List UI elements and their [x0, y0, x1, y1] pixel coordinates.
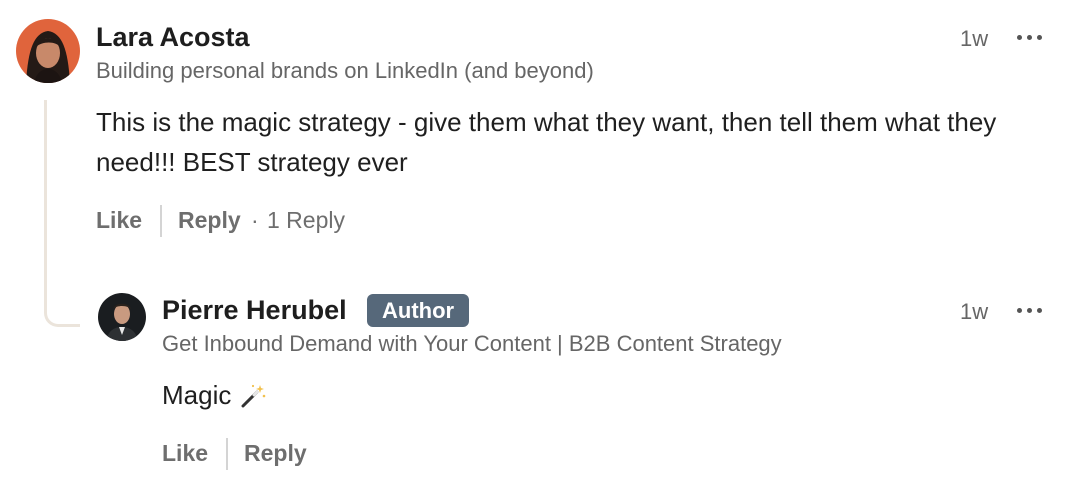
comment-text: This is the magic strategy - give them w… — [96, 107, 997, 177]
author-badge: Author — [367, 294, 470, 327]
reply-count-link[interactable]: 1 Reply — [267, 207, 345, 234]
commenter-name[interactable]: Lara Acosta — [96, 22, 250, 53]
reply-author-avatar[interactable] — [98, 293, 146, 341]
more-options-icon[interactable] — [1017, 35, 1042, 40]
like-button[interactable]: Like — [96, 207, 142, 234]
reply-timestamp: 1w — [960, 299, 989, 324]
reply-text: Magic — [162, 380, 232, 410]
reply-author-name[interactable]: Pierre Herubel — [162, 295, 347, 326]
reply-like-button[interactable]: Like — [162, 440, 208, 467]
thread-line — [44, 100, 80, 327]
reply-author-headline: Get Inbound Demand with Your Content | B… — [162, 331, 782, 356]
reply-text-row: Magic — [162, 375, 267, 415]
reply-button[interactable]: Reply — [178, 207, 241, 234]
reply-action-divider — [226, 438, 228, 470]
magic-wand-icon — [239, 381, 267, 409]
separator-dot: · — [251, 207, 259, 233]
commenter-avatar[interactable] — [16, 19, 80, 83]
commenter-headline: Building personal brands on LinkedIn (an… — [96, 58, 594, 83]
comment-timestamp: 1w — [960, 26, 989, 51]
reply-more-options-icon[interactable] — [1017, 308, 1042, 313]
action-divider — [160, 205, 162, 237]
reply-reply-button[interactable]: Reply — [244, 440, 307, 467]
